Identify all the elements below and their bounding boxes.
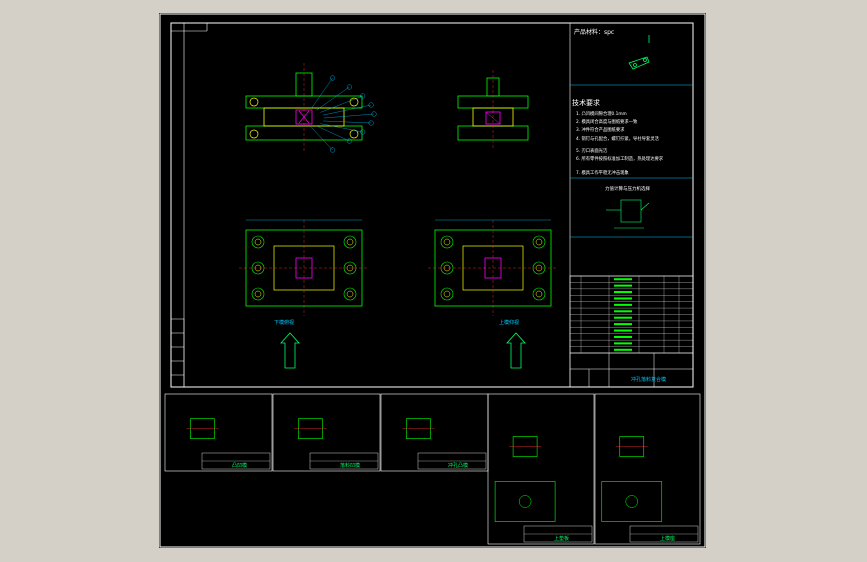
svg-text:1. 凸凹模间隙合理0.1mm: 1. 凸凹模间隙合理0.1mm [576,110,627,117]
bolt-hole-inner [535,290,543,298]
bom-cell-text [614,310,632,313]
leader-line [320,95,363,113]
bolt-hole-inner [346,238,354,246]
leader-line [311,77,333,109]
upper-die-plan-view [428,219,558,316]
guide-post [349,129,359,139]
bolt-hole-inner [254,290,262,298]
view-label-lower: 下模俯视 [274,319,294,326]
bolt-hole [251,287,265,301]
leader-line [316,86,350,111]
tech-requirements-list: 1. 凸凹模间隙合理0.1mm 2. 模具闭合高度与图纸要求一致 3. 冲件符合… [576,110,664,176]
bom-cell-text [614,291,632,294]
upper-die-set [245,95,363,109]
cad-drawing-sheet: 产品材料：spc 技术要求 1. 凸凹模间隙合理0.1mm 2. 模具闭合高度与… [159,13,706,548]
bolt-hole [251,235,265,249]
leader-line [311,127,333,151]
part-plan [601,481,663,522]
bolt-hole [532,287,546,301]
force-sketch [606,199,650,229]
leader-line [323,120,372,124]
part-hole [625,495,638,508]
bom-cell-text [614,284,632,287]
bolt-hole-inner [346,290,354,298]
die-side-section-view [457,70,529,148]
bom-cell-text [614,323,632,326]
sub-sheet-title: 冲孔凸模 [448,462,468,469]
part-detail-sheets: 凸凹模 落料凹模 冲孔凸模上垫板 上模座 [164,393,701,545]
svg-text:7. 模具工作平稳无冲击现象: 7. 模具工作平稳无冲击现象 [576,169,629,176]
cad-drawing-canvas: 产品材料：spc 技术要求 1. 凸凹模间隙合理0.1mm 2. 模具闭合高度与… [159,13,706,548]
bolt-hole [440,287,454,301]
bom-cell-text [614,297,632,300]
bolt-hole-inner [443,238,451,246]
sub-sheet-frame [164,393,273,472]
main-drawing-frame [170,22,694,388]
svg-text:5. 刃口表面光洁: 5. 刃口表面光洁 [576,147,608,154]
bolt-hole [343,235,357,249]
sub-sheet-title: 上模座 [660,535,675,542]
bom-cell-text [614,316,632,319]
bom-cell-text [614,342,632,345]
svg-text:2. 模具闭合高度与图纸要求一致: 2. 模具闭合高度与图纸要求一致 [576,118,638,125]
bolt-hole-inner [535,238,543,246]
balloon [346,84,352,90]
lower-die-plan-view [239,219,369,316]
bolt-hole [532,235,546,249]
product-part-sketch [628,35,650,70]
guide-post [249,97,259,107]
part-plan [494,481,556,522]
balloon [346,138,352,144]
bolt-hole [343,287,357,301]
revision-boxes [170,318,185,388]
product-material-note: 产品材料：spc [574,28,614,36]
part-hole [518,495,532,508]
sub-sheet-title: 落料凹模 [340,462,360,469]
leader-line [323,113,375,119]
leader-line [323,104,372,116]
main-title-text: 冲孔落料复合模 [631,376,666,383]
view-direction-arrows [280,332,526,369]
svg-text:3. 冲件符合产品图纸要求: 3. 冲件符合产品图纸要求 [576,126,625,133]
bom-cell-text [614,303,632,306]
sub-sheet-frame [380,393,489,472]
view-label-upper: 上模仰视 [499,319,519,326]
tech-requirements-title: 技术要求 [572,98,600,107]
guide-post [249,129,259,139]
leader-line [316,125,350,142]
bolt-hole [440,261,454,275]
bom-cell-text [614,278,632,281]
bom-cell-text [614,329,632,332]
bill-of-materials-table [569,275,694,354]
bom-cell-text [614,335,632,338]
sub-sheet-frame [272,393,381,472]
bolt-hole-inner [254,238,262,246]
svg-text:6. 所有零件按照标准加工制造，热处理达要求: 6. 所有零件按照标准加工制造，热处理达要求 [576,155,664,162]
bolt-hole [251,261,265,275]
die-front-section-view [245,63,377,153]
bom-cell-text [614,348,632,351]
sub-sheet-title: 上垫板 [554,535,569,542]
right-info-column: 产品材料：spc 技术要求 1. 凸凹模间隙合理0.1mm 2. 模具闭合高度与… [569,23,693,387]
sub-sheet-title: 凸凹模 [232,462,247,469]
force-table-title: 力值计算与压力机选择 [605,185,650,192]
bolt-hole [440,235,454,249]
svg-text:4. 销钉与孔配合，螺钉拧紧，导柱导套灵活: 4. 销钉与孔配合，螺钉拧紧，导柱导套灵活 [576,135,660,142]
bolt-hole-inner [443,290,451,298]
